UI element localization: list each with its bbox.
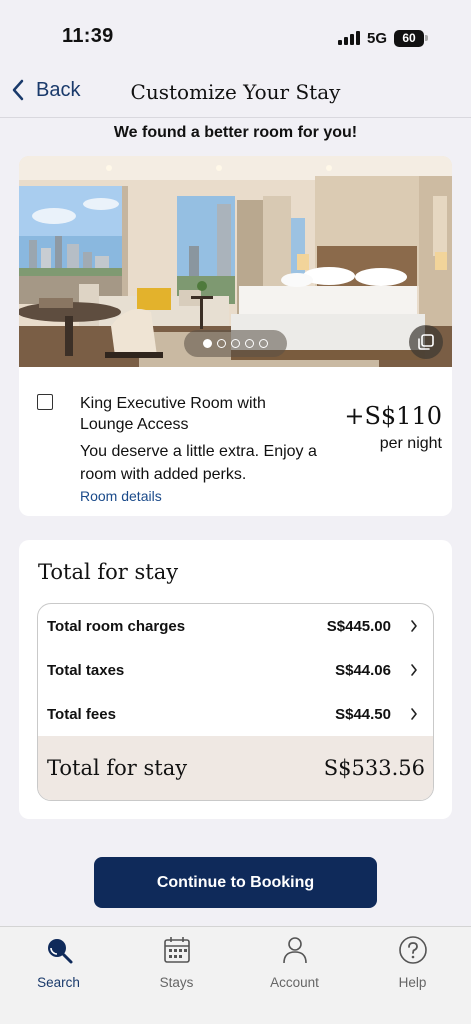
- chevron-left-icon: [12, 79, 24, 101]
- chevron-right-icon: [411, 664, 417, 676]
- battery-icon: 60: [394, 29, 425, 47]
- back-label: Back: [36, 78, 81, 101]
- carousel-dot[interactable]: [203, 339, 212, 348]
- chevron-right-icon: [411, 620, 417, 632]
- status-time: 11:39: [62, 25, 114, 47]
- tab-label: Search: [37, 975, 80, 990]
- help-icon: [398, 936, 427, 964]
- status-indicators: 5G 60: [338, 28, 429, 48]
- charge-value: S$44.06: [335, 662, 391, 679]
- room-offer-card: King Executive Room with Lounge Access Y…: [19, 156, 452, 516]
- room-price: +S$110: [344, 402, 442, 430]
- charge-label: Total room charges: [47, 618, 186, 635]
- status-bar: 11:39 5G 60: [0, 0, 471, 62]
- carousel-dot[interactable]: [217, 339, 226, 348]
- room-details-link[interactable]: Room details: [80, 488, 162, 504]
- upgrade-banner: We found a better room for you!: [113, 124, 358, 141]
- charge-label: Total taxes: [47, 662, 125, 679]
- carousel-dot[interactable]: [259, 339, 268, 348]
- grand-total-row: Total for stay S$533.56: [38, 736, 433, 800]
- gallery-button[interactable]: [409, 325, 443, 359]
- person-icon: [282, 937, 307, 964]
- continue-to-booking-button[interactable]: Continue to Booking: [94, 857, 377, 908]
- room-price-unit: per night: [379, 435, 442, 452]
- tab-label: Help: [398, 975, 427, 990]
- carousel-dot[interactable]: [231, 339, 240, 348]
- tab-bar: Search Stays Account Help: [0, 926, 471, 1024]
- battery-level: 60: [402, 31, 416, 45]
- gallery-icon: [418, 334, 434, 350]
- room-name: King Executive Room with Lounge Access: [80, 395, 266, 433]
- total-heading: Total for stay: [38, 560, 179, 584]
- tab-account[interactable]: Account: [236, 935, 353, 1005]
- tab-label: Account: [270, 975, 319, 990]
- search-icon: [47, 939, 72, 964]
- charge-value: S$44.50: [335, 706, 391, 723]
- calendar-icon: [163, 937, 190, 963]
- grand-total-value: S$533.56: [323, 756, 425, 780]
- grand-total-label: Total for stay: [47, 756, 188, 780]
- charge-value: S$445.00: [326, 618, 391, 635]
- tab-help[interactable]: Help: [354, 935, 471, 1005]
- tab-stays[interactable]: Stays: [118, 935, 235, 1005]
- charge-row-taxes[interactable]: Total taxes S$44.06: [38, 648, 433, 692]
- charges-breakdown: Total room charges S$445.00 Total taxes …: [37, 603, 434, 801]
- total-card: Total for stay Total room charges S$445.…: [19, 540, 452, 819]
- network-type: 5G: [367, 29, 388, 47]
- chevron-right-icon: [411, 708, 417, 720]
- charge-row-fees[interactable]: Total fees S$44.50: [38, 692, 433, 736]
- back-button[interactable]: Back: [10, 78, 80, 102]
- charge-label: Total fees: [47, 706, 116, 723]
- battery-tip: [425, 35, 429, 41]
- charge-row-room[interactable]: Total room charges S$445.00: [38, 604, 433, 648]
- room-upgrade-checkbox[interactable]: [37, 394, 53, 410]
- photo-carousel-indicator[interactable]: [184, 330, 287, 357]
- signal-icon: [338, 31, 360, 45]
- carousel-dot[interactable]: [245, 339, 254, 348]
- tab-search[interactable]: Search: [0, 935, 117, 1005]
- nav-header: Customize Your Stay Back: [0, 62, 471, 118]
- room-description: You deserve a little extra. Enjoy a room…: [80, 443, 317, 483]
- tab-label: Stays: [159, 975, 194, 990]
